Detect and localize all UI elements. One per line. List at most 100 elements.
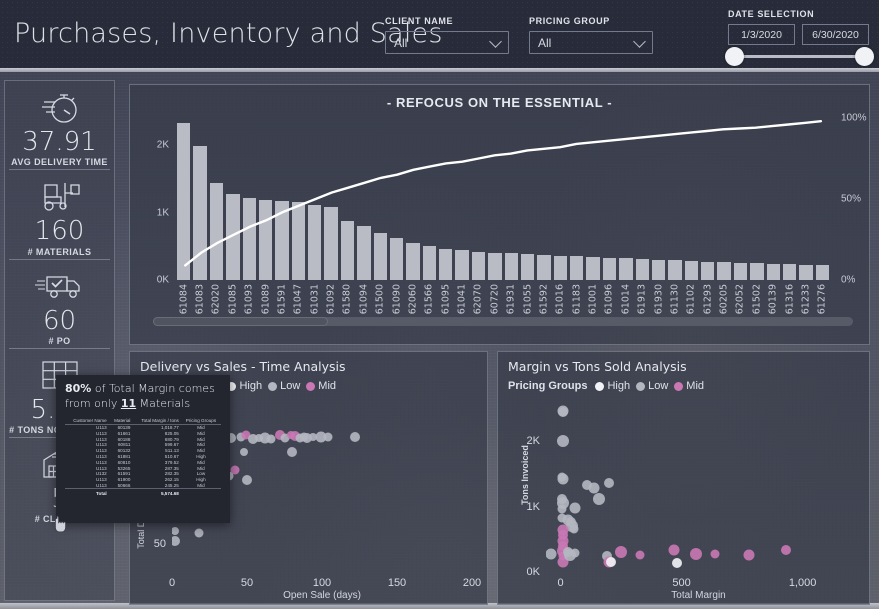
pareto-x-label[interactable]: 62052 [734, 282, 747, 327]
date-start-input[interactable]: 1/3/2020 [728, 24, 795, 45]
pareto-x-label[interactable]: 61083 [193, 282, 206, 327]
scatter-point[interactable] [635, 550, 645, 560]
scatter-point[interactable] [671, 557, 682, 568]
pareto-x-label[interactable]: 61183 [570, 282, 583, 327]
pareto-chart-card: - REFOCUS ON THE ESSENTIAL - 0K 1K 2K 0% 50… [129, 84, 870, 345]
scatter-point[interactable] [569, 524, 579, 534]
pareto-x-label[interactable]: 61016 [554, 282, 567, 327]
scatter-point[interactable] [546, 548, 557, 560]
scatter-point[interactable] [557, 473, 569, 485]
legend-item-low[interactable]: Low [636, 380, 668, 392]
pareto-x-label[interactable]: 61089 [259, 282, 272, 327]
pareto-x-label[interactable]: 61580 [341, 282, 354, 327]
scatter-point[interactable] [323, 432, 333, 442]
scatter-point[interactable] [242, 474, 252, 485]
pareto-x-label[interactable]: 61055 [521, 282, 534, 327]
slicer-pricing-group[interactable]: PRICING GROUP All [529, 16, 653, 54]
date-range-slider[interactable] [725, 47, 874, 66]
scatter-point[interactable] [570, 548, 580, 558]
margin-legend: Pricing Groups High Low Mid [508, 380, 704, 392]
pareto-x-label[interactable]: 61130 [668, 282, 681, 327]
slicer-pricing-group-dropdown[interactable]: All [529, 31, 653, 54]
legend-item-high[interactable]: High [227, 380, 262, 392]
pareto-x-label[interactable]: 61913 [636, 282, 649, 327]
pareto-x-label[interactable]: 60139 [767, 282, 780, 327]
pareto-x-label[interactable]: 61093 [243, 282, 256, 327]
pareto-x-label[interactable]: 61096 [603, 282, 616, 327]
pareto-x-label[interactable]: 61001 [586, 282, 599, 327]
scatter-point[interactable] [690, 548, 703, 561]
margin-scatter-plot[interactable] [546, 402, 851, 572]
pareto-x-label-text: 61014 [620, 284, 632, 315]
pareto-x-label[interactable]: 61591 [275, 282, 288, 327]
scatter-point[interactable] [780, 545, 791, 556]
pareto-x-label[interactable]: 62020 [210, 282, 223, 327]
kpi-materials-value: 160 [34, 216, 85, 247]
pareto-x-label[interactable]: 61930 [652, 282, 665, 327]
scatter-point[interactable] [743, 549, 755, 561]
scatter-point[interactable] [172, 535, 180, 546]
pareto-x-label[interactable]: 61084 [177, 282, 190, 327]
pareto-x-label[interactable]: 61014 [619, 282, 632, 327]
pareto-x-label[interactable]: 61031 [308, 282, 321, 327]
scatter-point[interactable] [710, 549, 720, 559]
pareto-x-label[interactable]: 61041 [455, 282, 468, 327]
legend-item-low[interactable]: Low [268, 380, 300, 392]
x-tick: 150 [387, 577, 407, 589]
scatter-point[interactable] [287, 446, 297, 457]
scatter-point[interactable] [194, 528, 204, 538]
slicer-client-name[interactable]: CLIENT NAME All [385, 16, 509, 54]
pareto-x-label[interactable]: 61502 [750, 282, 763, 327]
kpi-po[interactable]: 60 # PO [5, 260, 114, 348]
pareto-x-label[interactable]: 61092 [324, 282, 337, 327]
pareto-x-label[interactable]: 61085 [226, 282, 239, 327]
pareto-x-label-text: 62020 [210, 284, 222, 315]
scatter-point[interactable] [569, 502, 581, 514]
legend-dot-low-icon [268, 381, 278, 391]
pareto-x-label[interactable]: 61095 [439, 282, 452, 327]
pareto-x-label[interactable]: 60720 [488, 282, 501, 327]
pareto-x-label[interactable]: 61500 [374, 282, 387, 327]
scatter-point[interactable] [172, 527, 179, 536]
kpi-avg-delivery-time[interactable]: 37.91 AVG DELIVERY TIME [5, 81, 114, 169]
date-end-input[interactable]: 6/30/2020 [802, 24, 869, 45]
pareto-x-label[interactable]: 62070 [472, 282, 485, 327]
scatter-point[interactable] [593, 492, 606, 505]
pareto-x-label[interactable]: 61592 [537, 282, 550, 327]
date-slider-handle-right[interactable] [855, 47, 874, 66]
legend-item-mid[interactable]: Mid [306, 380, 336, 392]
scatter-point[interactable] [606, 557, 617, 568]
scatter-point[interactable] [588, 482, 600, 494]
pareto-x-label[interactable]: 61102 [685, 282, 698, 327]
pareto-x-label[interactable]: 62060 [406, 282, 419, 327]
scatter-point[interactable] [558, 407, 569, 418]
pareto-x-label[interactable]: 61276 [816, 282, 829, 327]
pareto-y-tick: 2K [156, 139, 169, 151]
slicer-date-selection[interactable]: DATE SELECTION 1/3/2020 6/30/2020 [725, 9, 874, 66]
scatter-point[interactable] [603, 478, 614, 489]
pareto-x-label[interactable]: 61233 [799, 282, 812, 327]
pareto-x-label[interactable]: 61094 [357, 282, 370, 327]
scatter-point[interactable] [668, 544, 680, 556]
pareto-x-label[interactable]: 61316 [783, 282, 796, 327]
pareto-x-label-text: 61095 [440, 284, 452, 315]
pareto-x-label[interactable]: 61047 [292, 282, 305, 327]
scatter-point[interactable] [556, 435, 569, 448]
legend-item-mid[interactable]: Mid [674, 380, 704, 392]
pareto-x-label[interactable]: 61293 [701, 282, 714, 327]
scatter-point[interactable] [615, 546, 628, 559]
scatter-point[interactable] [240, 447, 248, 456]
pareto-x-label[interactable]: 60205 [717, 282, 730, 327]
legend-label-high: High [607, 380, 631, 392]
legend-item-high[interactable]: High [595, 380, 630, 392]
tooltip-headline-percent: 80% [65, 382, 92, 395]
pareto-x-label[interactable]: 61090 [390, 282, 403, 327]
pareto-x-label-text: 61089 [260, 284, 272, 315]
slicer-client-name-dropdown[interactable]: All [385, 31, 509, 54]
x-tick: 1,000 [788, 577, 817, 589]
kpi-materials[interactable]: 160 # MATERIALS [5, 170, 114, 258]
scatter-point[interactable] [350, 432, 360, 443]
date-slider-handle-left[interactable] [725, 47, 744, 66]
pareto-x-label[interactable]: 61931 [505, 282, 518, 327]
pareto-x-label[interactable]: 61566 [423, 282, 436, 327]
